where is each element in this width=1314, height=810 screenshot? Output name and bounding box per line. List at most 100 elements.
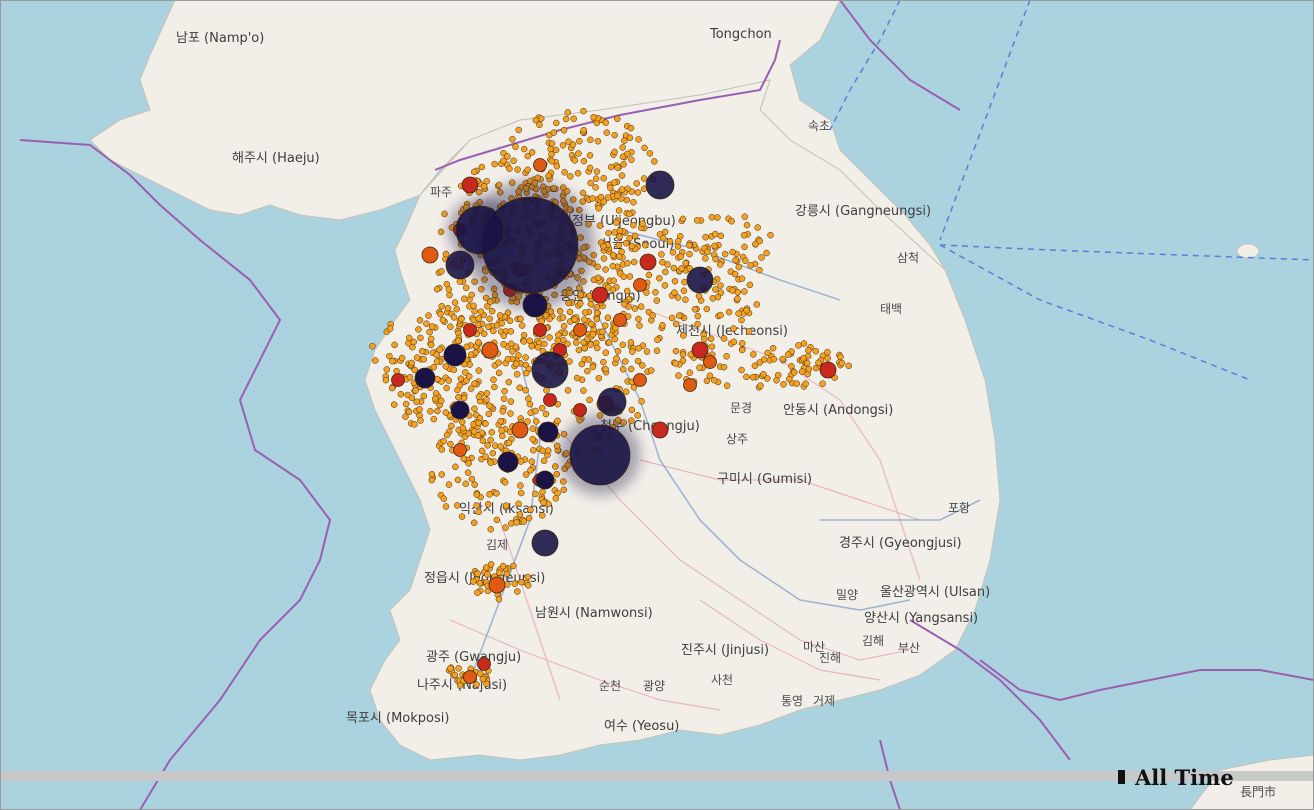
point-marker-small[interactable] bbox=[785, 375, 793, 383]
point-marker-small[interactable] bbox=[709, 295, 717, 302]
point-marker-small[interactable] bbox=[545, 172, 552, 180]
point-marker-small[interactable] bbox=[652, 289, 659, 296]
point-marker-small[interactable] bbox=[720, 335, 728, 342]
point-marker-small[interactable] bbox=[626, 210, 633, 218]
point-marker-large[interactable] bbox=[443, 343, 467, 367]
point-marker-small[interactable] bbox=[609, 252, 617, 259]
point-marker-small[interactable] bbox=[552, 146, 560, 154]
point-marker-small[interactable] bbox=[730, 325, 737, 332]
point-marker-small[interactable] bbox=[566, 308, 574, 316]
point-marker-small[interactable] bbox=[473, 491, 481, 498]
point-marker-small[interactable] bbox=[501, 387, 508, 395]
point-marker-medium[interactable] bbox=[703, 355, 717, 369]
point-marker-small[interactable] bbox=[626, 273, 634, 280]
point-marker-small[interactable] bbox=[623, 196, 630, 204]
point-marker-small[interactable] bbox=[600, 174, 607, 182]
point-marker-small[interactable] bbox=[602, 349, 610, 356]
point-marker-small[interactable] bbox=[659, 322, 666, 329]
point-marker-small[interactable] bbox=[602, 365, 609, 373]
point-marker-small[interactable] bbox=[480, 330, 488, 338]
point-marker-small[interactable] bbox=[460, 394, 468, 402]
point-marker-small[interactable] bbox=[593, 168, 601, 175]
point-marker-small[interactable] bbox=[593, 309, 601, 317]
point-marker-medium[interactable] bbox=[613, 313, 627, 327]
point-marker-small[interactable] bbox=[614, 347, 622, 355]
point-marker-small[interactable] bbox=[510, 157, 517, 165]
point-marker-small[interactable] bbox=[382, 376, 390, 384]
point-marker-small[interactable] bbox=[666, 238, 674, 245]
point-marker-small[interactable] bbox=[471, 405, 478, 413]
point-marker-small[interactable] bbox=[695, 292, 703, 300]
point-marker-small[interactable] bbox=[605, 229, 612, 237]
point-marker-small[interactable] bbox=[433, 358, 441, 365]
point-marker-small[interactable] bbox=[593, 315, 601, 323]
point-marker-small[interactable] bbox=[593, 344, 601, 352]
point-marker-small[interactable] bbox=[442, 250, 450, 258]
point-marker-small[interactable] bbox=[498, 320, 506, 327]
point-marker-small[interactable] bbox=[609, 262, 617, 270]
point-marker-small[interactable] bbox=[564, 109, 572, 116]
point-marker-small[interactable] bbox=[672, 360, 679, 367]
point-marker-small[interactable] bbox=[760, 356, 768, 363]
point-marker-small[interactable] bbox=[634, 412, 641, 419]
point-marker-small[interactable] bbox=[611, 131, 618, 139]
point-marker-small[interactable] bbox=[758, 254, 765, 261]
point-marker-small[interactable] bbox=[682, 296, 689, 303]
point-marker-small[interactable] bbox=[723, 382, 731, 389]
point-marker-small[interactable] bbox=[567, 173, 574, 180]
point-marker-small[interactable] bbox=[478, 447, 486, 455]
point-marker-small[interactable] bbox=[658, 251, 665, 258]
point-marker-small[interactable] bbox=[475, 188, 483, 196]
point-marker-small[interactable] bbox=[574, 169, 582, 177]
point-marker-large[interactable] bbox=[569, 424, 631, 486]
point-marker-small[interactable] bbox=[615, 207, 623, 214]
point-marker-small[interactable] bbox=[560, 478, 567, 485]
point-marker-small[interactable] bbox=[540, 457, 548, 465]
point-marker-small[interactable] bbox=[619, 144, 626, 151]
point-marker-small[interactable] bbox=[628, 417, 635, 424]
point-marker-small[interactable] bbox=[473, 681, 480, 688]
point-marker-small[interactable] bbox=[495, 596, 503, 603]
point-marker-small[interactable] bbox=[824, 348, 831, 356]
point-marker-small[interactable] bbox=[555, 331, 562, 339]
point-marker-large[interactable] bbox=[535, 470, 555, 490]
point-marker-small[interactable] bbox=[564, 387, 572, 394]
point-marker-small[interactable] bbox=[580, 107, 587, 115]
point-marker-medium[interactable] bbox=[591, 286, 609, 304]
point-marker-small[interactable] bbox=[455, 665, 462, 672]
point-marker-large[interactable] bbox=[531, 529, 559, 557]
point-marker-small[interactable] bbox=[749, 373, 757, 381]
point-marker-small[interactable] bbox=[559, 314, 567, 321]
point-marker-small[interactable] bbox=[795, 342, 802, 349]
point-marker-small[interactable] bbox=[616, 227, 624, 234]
point-marker-small[interactable] bbox=[738, 275, 746, 282]
point-marker-small[interactable] bbox=[524, 582, 532, 589]
point-marker-large[interactable] bbox=[597, 387, 627, 417]
point-marker-small[interactable] bbox=[686, 369, 694, 376]
point-marker-small[interactable] bbox=[647, 367, 655, 374]
point-marker-small[interactable] bbox=[586, 164, 594, 172]
point-marker-small[interactable] bbox=[693, 217, 701, 224]
point-marker-small[interactable] bbox=[482, 453, 489, 460]
point-marker-small[interactable] bbox=[600, 243, 607, 250]
point-marker-small[interactable] bbox=[501, 479, 509, 486]
point-marker-small[interactable] bbox=[517, 315, 524, 323]
point-marker-small[interactable] bbox=[447, 323, 454, 330]
point-marker-small[interactable] bbox=[611, 148, 618, 156]
point-marker-small[interactable] bbox=[526, 400, 534, 408]
point-marker-small[interactable] bbox=[750, 351, 757, 358]
point-marker-small[interactable] bbox=[729, 287, 736, 294]
point-marker-small[interactable] bbox=[686, 250, 693, 258]
point-marker-small[interactable] bbox=[523, 369, 530, 377]
point-marker-small[interactable] bbox=[529, 435, 536, 443]
point-marker-small[interactable] bbox=[464, 469, 472, 476]
point-marker-small[interactable] bbox=[497, 417, 504, 425]
point-marker-small[interactable] bbox=[589, 363, 597, 371]
point-marker-small[interactable] bbox=[482, 420, 489, 427]
point-marker-small[interactable] bbox=[554, 337, 562, 344]
point-marker-small[interactable] bbox=[678, 265, 685, 272]
point-marker-small[interactable] bbox=[581, 316, 588, 323]
point-marker-small[interactable] bbox=[643, 348, 651, 355]
point-marker-small[interactable] bbox=[462, 369, 469, 376]
point-marker-small[interactable] bbox=[502, 502, 510, 509]
